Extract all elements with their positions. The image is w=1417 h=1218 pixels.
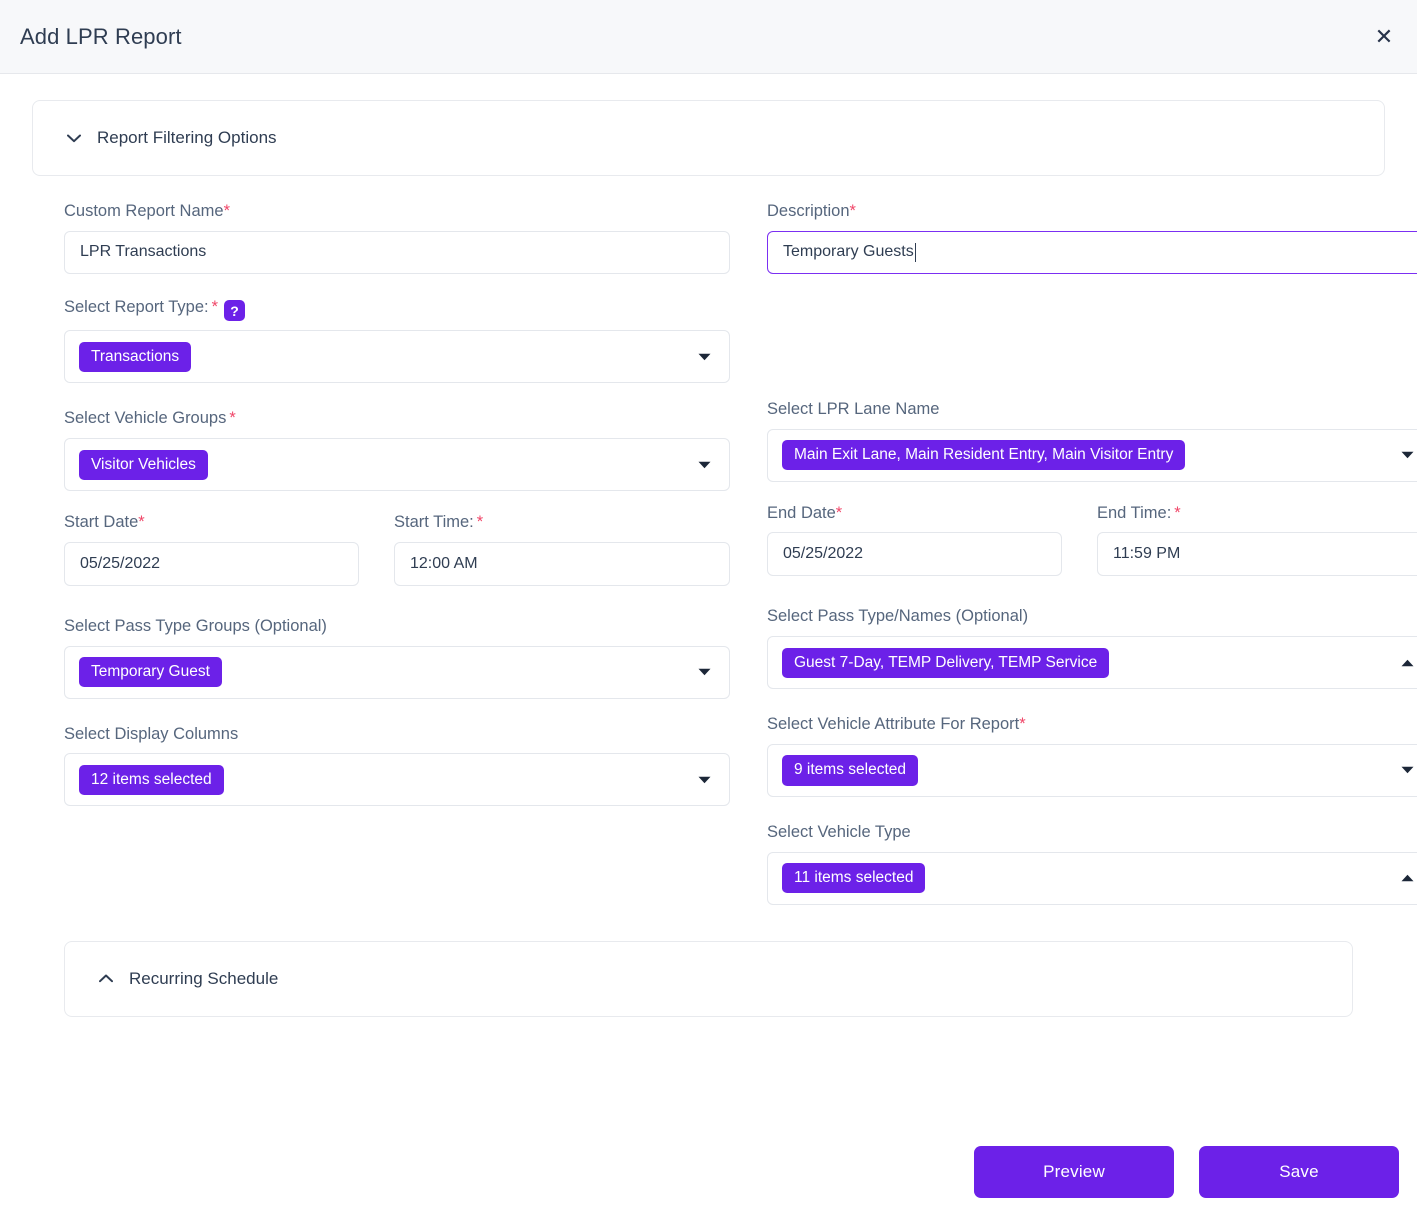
report-type-label: Select Report Type: *? — [64, 298, 730, 322]
vehicle-groups-label: Select Vehicle Groups * — [64, 409, 236, 428]
field-report-type: Select Report Type: *? Transactions — [64, 298, 730, 384]
custom-report-name-input[interactable]: LPR Transactions — [64, 230, 730, 274]
required-asterisk: * — [229, 409, 236, 428]
description-value: Temporary Guests — [783, 243, 914, 261]
accordion-recurring-schedule[interactable]: Recurring Schedule — [64, 940, 1353, 1017]
chevron-up-icon — [1401, 874, 1414, 882]
pass-type-groups-label: Select Pass Type Groups (Optional) — [64, 616, 327, 635]
selected-chip: 9 items selected — [782, 755, 918, 786]
end-datetime-row: End Date* 05/25/2022 End Time: * 11:59 PM — [767, 504, 1417, 577]
field-start-time: Start Time: * 12:00 AM — [394, 513, 730, 586]
start-date-label: Start Date* — [64, 513, 145, 532]
selected-chip: 11 items selected — [782, 863, 926, 894]
end-time-label: End Time: * — [1097, 503, 1181, 522]
end-date-input[interactable]: 05/25/2022 — [767, 532, 1062, 577]
field-description: Description* Temporary Guests — [767, 202, 1417, 274]
chevron-down-icon — [698, 461, 711, 469]
form-right-column: Description* Temporary Guests Select LPR… — [767, 202, 1417, 905]
vehicle-groups-select[interactable]: Visitor Vehicles — [64, 438, 730, 492]
display-columns-select[interactable]: 12 items selected — [64, 753, 730, 807]
lpr-lane-name-label: Select LPR Lane Name — [767, 399, 940, 418]
right-column-spacer — [767, 274, 1417, 400]
vehicle-attribute-label: Select Vehicle Attribute For Report* — [767, 715, 1026, 734]
chevron-down-icon — [1401, 451, 1414, 459]
modal-header: Add LPR Report ✕ — [0, 0, 1417, 74]
display-columns-label: Select Display Columns — [64, 724, 239, 743]
selected-chip: Transactions — [79, 341, 192, 372]
save-button[interactable]: Save — [1199, 1146, 1399, 1198]
field-pass-type-names: Select Pass Type/Names (Optional) Guest … — [767, 607, 1417, 690]
field-display-columns: Select Display Columns 12 items selected — [64, 725, 730, 807]
chevron-down-icon — [698, 668, 711, 676]
vehicle-type-select[interactable]: 11 items selected — [767, 851, 1417, 905]
required-asterisk: * — [849, 202, 856, 220]
pass-type-names-label: Select Pass Type/Names (Optional) — [767, 607, 1029, 626]
custom-report-name-label: Custom Report Name* — [64, 202, 230, 220]
required-asterisk: * — [1019, 715, 1026, 734]
field-lpr-lane-name: Select LPR Lane Name Main Exit Lane, Mai… — [767, 400, 1417, 482]
vehicle-attribute-select[interactable]: 9 items selected — [767, 743, 1417, 797]
field-custom-report-name: Custom Report Name* LPR Transactions — [64, 202, 730, 274]
pass-type-groups-select[interactable]: Temporary Guest — [64, 645, 730, 699]
selected-chip: Guest 7-Day, TEMP Delivery, TEMP Service — [782, 647, 1110, 678]
chevron-down-icon — [698, 353, 711, 361]
help-icon[interactable]: ? — [224, 300, 246, 322]
modal-body: Report Filtering Options Custom Report N… — [0, 74, 1417, 1017]
required-asterisk: * — [476, 513, 484, 532]
chevron-down-icon — [63, 134, 85, 143]
accordion-label: Recurring Schedule — [129, 968, 279, 988]
preview-button[interactable]: Preview — [974, 1146, 1174, 1198]
field-end-date: End Date* 05/25/2022 — [767, 504, 1062, 577]
description-label: Description* — [767, 202, 856, 220]
vehicle-type-label: Select Vehicle Type — [767, 822, 911, 841]
field-vehicle-type: Select Vehicle Type 11 items selected — [767, 823, 1417, 905]
chevron-down-icon — [1401, 766, 1414, 774]
accordion-report-filtering-options[interactable]: Report Filtering Options — [32, 100, 1385, 176]
page-title: Add LPR Report — [20, 23, 182, 49]
field-vehicle-groups: Select Vehicle Groups * Visitor Vehicles — [64, 409, 730, 492]
chevron-down-icon — [698, 776, 711, 784]
required-asterisk: * — [138, 513, 145, 532]
field-start-date: Start Date* 05/25/2022 — [64, 513, 359, 586]
lpr-lane-name-select[interactable]: Main Exit Lane, Main Resident Entry, Mai… — [767, 428, 1417, 482]
selected-chip: Main Exit Lane, Main Resident Entry, Mai… — [782, 440, 1186, 471]
required-asterisk: * — [1174, 503, 1181, 522]
selected-chip: Visitor Vehicles — [79, 449, 208, 480]
recurring-schedule-wrap: Recurring Schedule — [32, 940, 1385, 1017]
selected-chip: 12 items selected — [79, 764, 224, 795]
selected-chip: Temporary Guest — [79, 657, 222, 688]
report-filter-form: Custom Report Name* LPR Transactions Sel… — [32, 202, 1417, 905]
text-cursor — [914, 242, 916, 262]
description-input[interactable]: Temporary Guests — [767, 230, 1417, 274]
required-asterisk: * — [211, 297, 219, 316]
field-pass-type-groups: Select Pass Type Groups (Optional) Tempo… — [64, 617, 730, 699]
required-asterisk: * — [835, 503, 843, 522]
start-date-input[interactable]: 05/25/2022 — [64, 541, 359, 586]
required-asterisk: * — [223, 202, 230, 220]
field-end-time: End Time: * 11:59 PM — [1097, 504, 1417, 577]
field-vehicle-attribute: Select Vehicle Attribute For Report* 9 i… — [767, 715, 1417, 797]
chevron-up-icon — [95, 974, 117, 983]
start-datetime-row: Start Date* 05/25/2022 Start Time: * 12:0… — [64, 513, 730, 586]
modal-footer: Preview Save — [0, 1146, 1417, 1218]
form-left-column: Custom Report Name* LPR Transactions Sel… — [64, 202, 730, 905]
pass-type-names-select[interactable]: Guest 7-Day, TEMP Delivery, TEMP Service — [767, 636, 1417, 690]
accordion-label: Report Filtering Options — [97, 128, 277, 147]
chevron-up-icon — [1401, 659, 1414, 667]
close-icon[interactable]: ✕ — [1369, 22, 1399, 52]
end-time-input[interactable]: 11:59 PM — [1097, 532, 1417, 577]
end-date-label: End Date* — [767, 503, 843, 522]
start-time-label: Start Time: * — [394, 513, 484, 532]
report-type-select[interactable]: Transactions — [64, 330, 730, 384]
start-time-input[interactable]: 12:00 AM — [394, 541, 730, 586]
